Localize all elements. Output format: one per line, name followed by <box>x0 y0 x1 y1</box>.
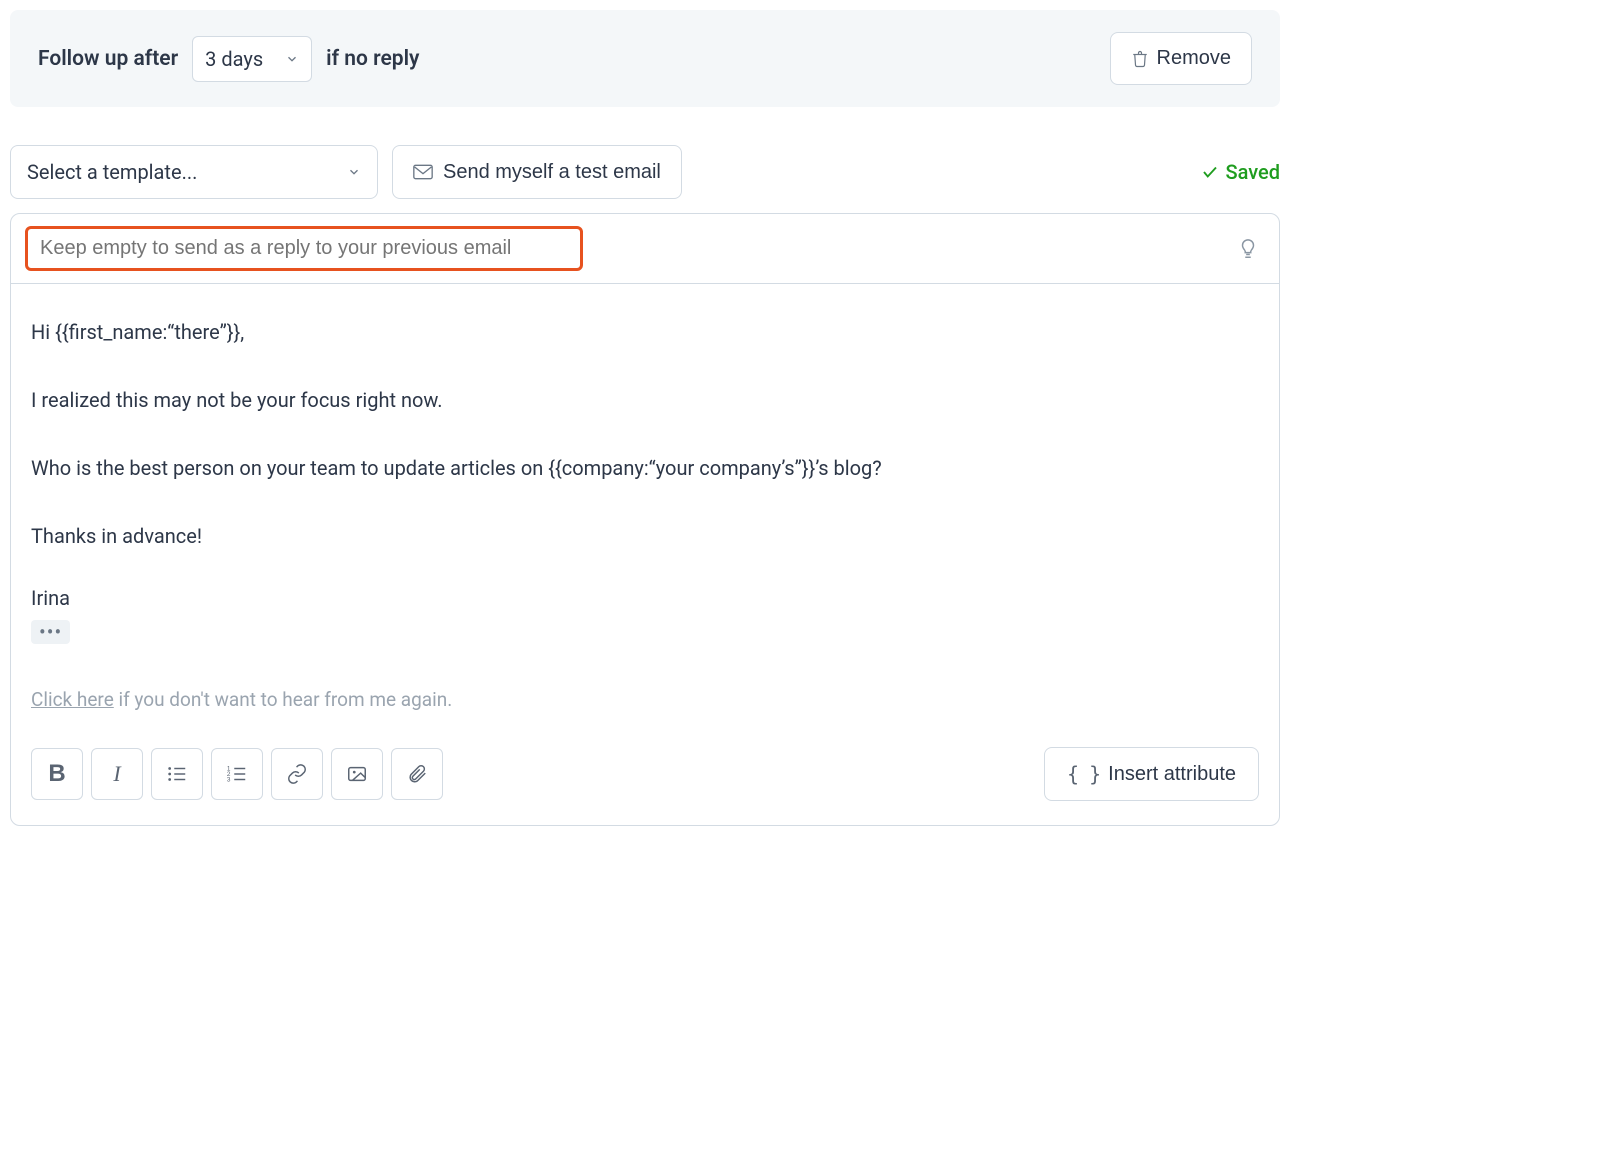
body-line-2: Who is the best person on your team to u… <box>31 454 1259 482</box>
braces-icon: { } <box>1067 762 1100 786</box>
follow-up-config: Follow up after 3 days if no reply <box>38 36 419 82</box>
remove-button[interactable]: Remove <box>1110 32 1252 85</box>
check-icon <box>1201 163 1219 181</box>
follow-up-header: Follow up after 3 days if no reply Remov… <box>10 10 1280 107</box>
bold-icon: B <box>48 760 65 788</box>
email-body[interactable]: Hi {{first_name:“there”}}, I realized th… <box>11 284 1279 711</box>
follow-up-prefix: Follow up after <box>38 47 178 71</box>
svg-text:3: 3 <box>227 776 231 783</box>
attachment-button[interactable] <box>391 748 443 800</box>
bullet-list-icon <box>166 763 188 785</box>
image-button[interactable] <box>331 748 383 800</box>
numbered-list-button[interactable]: 1 2 3 <box>211 748 263 800</box>
italic-icon: I <box>113 761 120 787</box>
trash-icon <box>1131 50 1149 68</box>
insert-attribute-button[interactable]: { } Insert attribute <box>1044 747 1259 801</box>
saved-status: Saved <box>1201 160 1280 184</box>
envelope-icon <box>413 164 433 180</box>
insert-attribute-label: Insert attribute <box>1108 763 1236 786</box>
saved-label: Saved <box>1225 160 1280 184</box>
link-icon <box>286 763 308 785</box>
italic-button[interactable]: I <box>91 748 143 800</box>
bold-button[interactable]: B <box>31 748 83 800</box>
signature-toggle[interactable]: ••• <box>31 620 70 644</box>
subject-input[interactable] <box>25 226 583 271</box>
numbered-list-icon: 1 2 3 <box>226 763 248 785</box>
bullet-list-button[interactable] <box>151 748 203 800</box>
delay-value: 3 days <box>205 47 263 71</box>
follow-up-suffix: if no reply <box>326 47 419 71</box>
chevron-down-icon <box>347 165 361 179</box>
lightbulb-icon[interactable] <box>1237 238 1259 260</box>
template-placeholder: Select a template... <box>27 160 197 184</box>
unsubscribe-text: if you don't want to hear from me again. <box>114 688 452 711</box>
controls-row: Select a template... Send myself a test … <box>10 145 1280 199</box>
unsubscribe-link[interactable]: Click here <box>31 688 114 711</box>
delay-select[interactable]: 3 days <box>192 36 312 82</box>
test-email-label: Send myself a test email <box>443 161 661 184</box>
email-editor: Hi {{first_name:“there”}}, I realized th… <box>10 213 1280 826</box>
send-test-email-button[interactable]: Send myself a test email <box>392 145 682 199</box>
link-button[interactable] <box>271 748 323 800</box>
subject-row <box>11 214 1279 284</box>
template-select[interactable]: Select a template... <box>10 145 378 199</box>
paperclip-icon <box>406 763 428 785</box>
body-greeting: Hi {{first_name:“there”}}, <box>31 318 1259 346</box>
unsubscribe-line: Click here if you don't want to hear fro… <box>31 688 1259 711</box>
body-line-1: I realized this may not be your focus ri… <box>31 386 1259 414</box>
remove-label: Remove <box>1157 47 1231 70</box>
editor-toolbar: B I 1 2 <box>11 747 1279 825</box>
image-icon <box>346 763 368 785</box>
chevron-down-icon <box>285 52 299 66</box>
body-signature: Irina <box>31 584 1259 612</box>
body-line-3: Thanks in advance! <box>31 522 1259 550</box>
